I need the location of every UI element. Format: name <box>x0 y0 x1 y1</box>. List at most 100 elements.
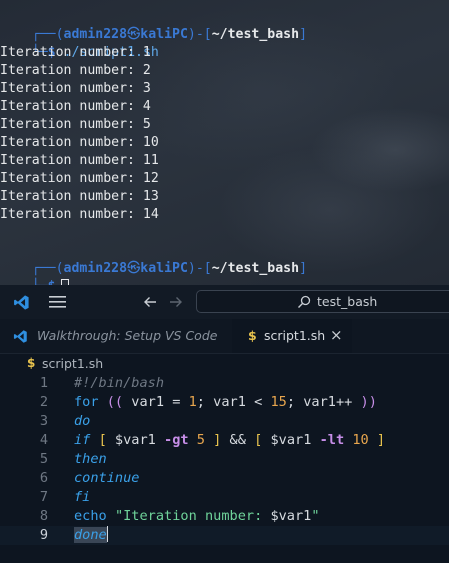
line-number: 3 <box>39 413 48 429</box>
line-number: 2 <box>39 394 48 410</box>
code-text: fi <box>74 488 90 507</box>
dollar-file-icon: $ <box>248 328 257 343</box>
line-number: 6 <box>39 470 48 486</box>
code-line[interactable]: 3 do <box>0 412 449 431</box>
code-text: #!/bin/bash <box>74 374 164 393</box>
command-center-search[interactable]: test_bash <box>196 290 449 313</box>
code-line[interactable]: 6 continue <box>0 469 449 488</box>
code-token: fi <box>74 489 91 505</box>
command-input-line[interactable]: └─$ <box>0 260 69 285</box>
code-token: 1 <box>188 394 197 410</box>
output-line: Iteration number: 5 <box>0 117 151 132</box>
line-number: 9 <box>39 527 48 543</box>
code-token: "Iteration number: <box>114 508 271 524</box>
code-token: -gt <box>164 432 189 448</box>
terminal-window[interactable]: ┌──(admin228㉿kaliPC)-[~/test_bash] └─$ .… <box>0 0 449 285</box>
forward-arrow-icon[interactable] <box>169 295 183 309</box>
code-line[interactable]: 4 if [ $var1 -gt 5 ] && [ $var1 -lt 10 ] <box>0 431 449 450</box>
code-token: 15 <box>270 394 287 410</box>
code-token: " <box>311 508 320 524</box>
vscode-logo-icon <box>13 330 27 343</box>
breadcrumb-file-icon: $ <box>27 356 36 370</box>
output-line: Iteration number: 13 <box>0 189 159 204</box>
code-text: then <box>74 450 107 469</box>
prompt-close: ] <box>299 27 308 42</box>
breadcrumb-file[interactable]: script1.sh <box>42 356 103 371</box>
code-token: (( <box>106 394 124 410</box>
code-text: for (( var1 = 1; var1 < 15; var1++ )) <box>74 393 377 412</box>
tab-walkthrough[interactable]: Walkthrough: Setup VS Code <box>0 319 231 353</box>
prompt-host: kaliPC <box>140 261 188 276</box>
code-line[interactable]: 1 #!/bin/bash <box>0 374 449 393</box>
breadcrumb: $ script1.sh <box>0 354 449 374</box>
code-line[interactable]: 5 then <box>0 450 449 469</box>
prompt-path: ~/test_bash <box>211 261 300 276</box>
code-token: do <box>74 413 91 429</box>
code-token: $var1 <box>270 508 312 524</box>
code-token: continue <box>74 470 140 486</box>
code-token: ++ <box>335 394 353 410</box>
line-number: 1 <box>39 375 48 391</box>
code-line[interactable]: 9 done <box>0 526 449 545</box>
code-editor[interactable]: 1 #!/bin/bash 2 for (( var1 = 1; var1 < 15;… <box>0 374 449 563</box>
prompt-user: admin228 <box>63 261 128 276</box>
prompt-close: ] <box>299 261 308 276</box>
hamburger-menu-icon[interactable] <box>49 296 66 308</box>
tab-script1[interactable]: $ script1.sh × <box>232 319 352 353</box>
vscode-logo-icon[interactable] <box>13 294 30 311</box>
line-number: 5 <box>39 451 48 467</box>
line-number: 8 <box>39 508 48 524</box>
code-token: )) <box>360 394 377 410</box>
prompt-separator: )-[ <box>187 27 212 42</box>
code-token: $var1 <box>262 432 320 448</box>
title-bar: test_bash <box>0 285 449 319</box>
line-number: 7 <box>39 489 48 505</box>
code-token: && <box>221 432 255 448</box>
code-token: then <box>74 451 107 467</box>
code-token: done <box>74 527 107 543</box>
code-token: $var1 <box>106 432 165 448</box>
code-token: var1 <box>123 394 173 410</box>
code-text: echo "Iteration number: $var1" <box>74 507 320 526</box>
output-line: Iteration number: 1 <box>0 45 151 60</box>
code-token: #!/bin/bash <box>74 375 165 391</box>
back-arrow-icon[interactable] <box>143 295 157 309</box>
output-line: Iteration number: 10 <box>0 135 159 150</box>
text-cursor <box>106 526 109 542</box>
prompt-at-symbol: ㉿ <box>127 261 141 276</box>
code-token: ; var1 <box>286 394 336 410</box>
output-line: Iteration number: 2 <box>0 63 151 78</box>
search-icon <box>298 295 311 308</box>
code-token: [ <box>98 432 107 448</box>
code-line[interactable]: 7 fi <box>0 488 449 507</box>
output-line: Iteration number: 4 <box>0 99 151 114</box>
code-text: continue <box>74 469 139 488</box>
editor-tab-bar: Walkthrough: Setup VS Code $ script1.sh … <box>0 319 449 354</box>
tab-label: script1.sh <box>264 328 326 343</box>
output-line: Iteration number: 3 <box>0 81 151 96</box>
prompt-path: ~/test_bash <box>211 27 300 42</box>
code-token: 10 <box>352 432 369 448</box>
code-line[interactable]: 2 for (( var1 = 1; var1 < 15; var1++ )) <box>0 393 449 412</box>
code-token: for <box>74 394 99 410</box>
tab-label: Walkthrough: Setup VS Code <box>37 328 218 343</box>
output-line: Iteration number: 14 <box>0 207 159 222</box>
search-text: test_bash <box>317 294 378 309</box>
output-line: Iteration number: 12 <box>0 171 159 186</box>
output-line: Iteration number: 11 <box>0 153 159 168</box>
code-token: ] <box>376 432 386 448</box>
code-token: ; var1 <box>196 394 255 410</box>
code-text: done <box>74 526 109 545</box>
code-text: do <box>74 412 90 431</box>
line-number: 4 <box>39 432 48 448</box>
close-tab-icon[interactable]: × <box>330 326 343 344</box>
code-line[interactable]: 8 echo "Iteration number: $var1" <box>0 507 449 526</box>
vscode-window: test_bash Walkthrough: Setup VS Code $ s… <box>0 285 449 563</box>
